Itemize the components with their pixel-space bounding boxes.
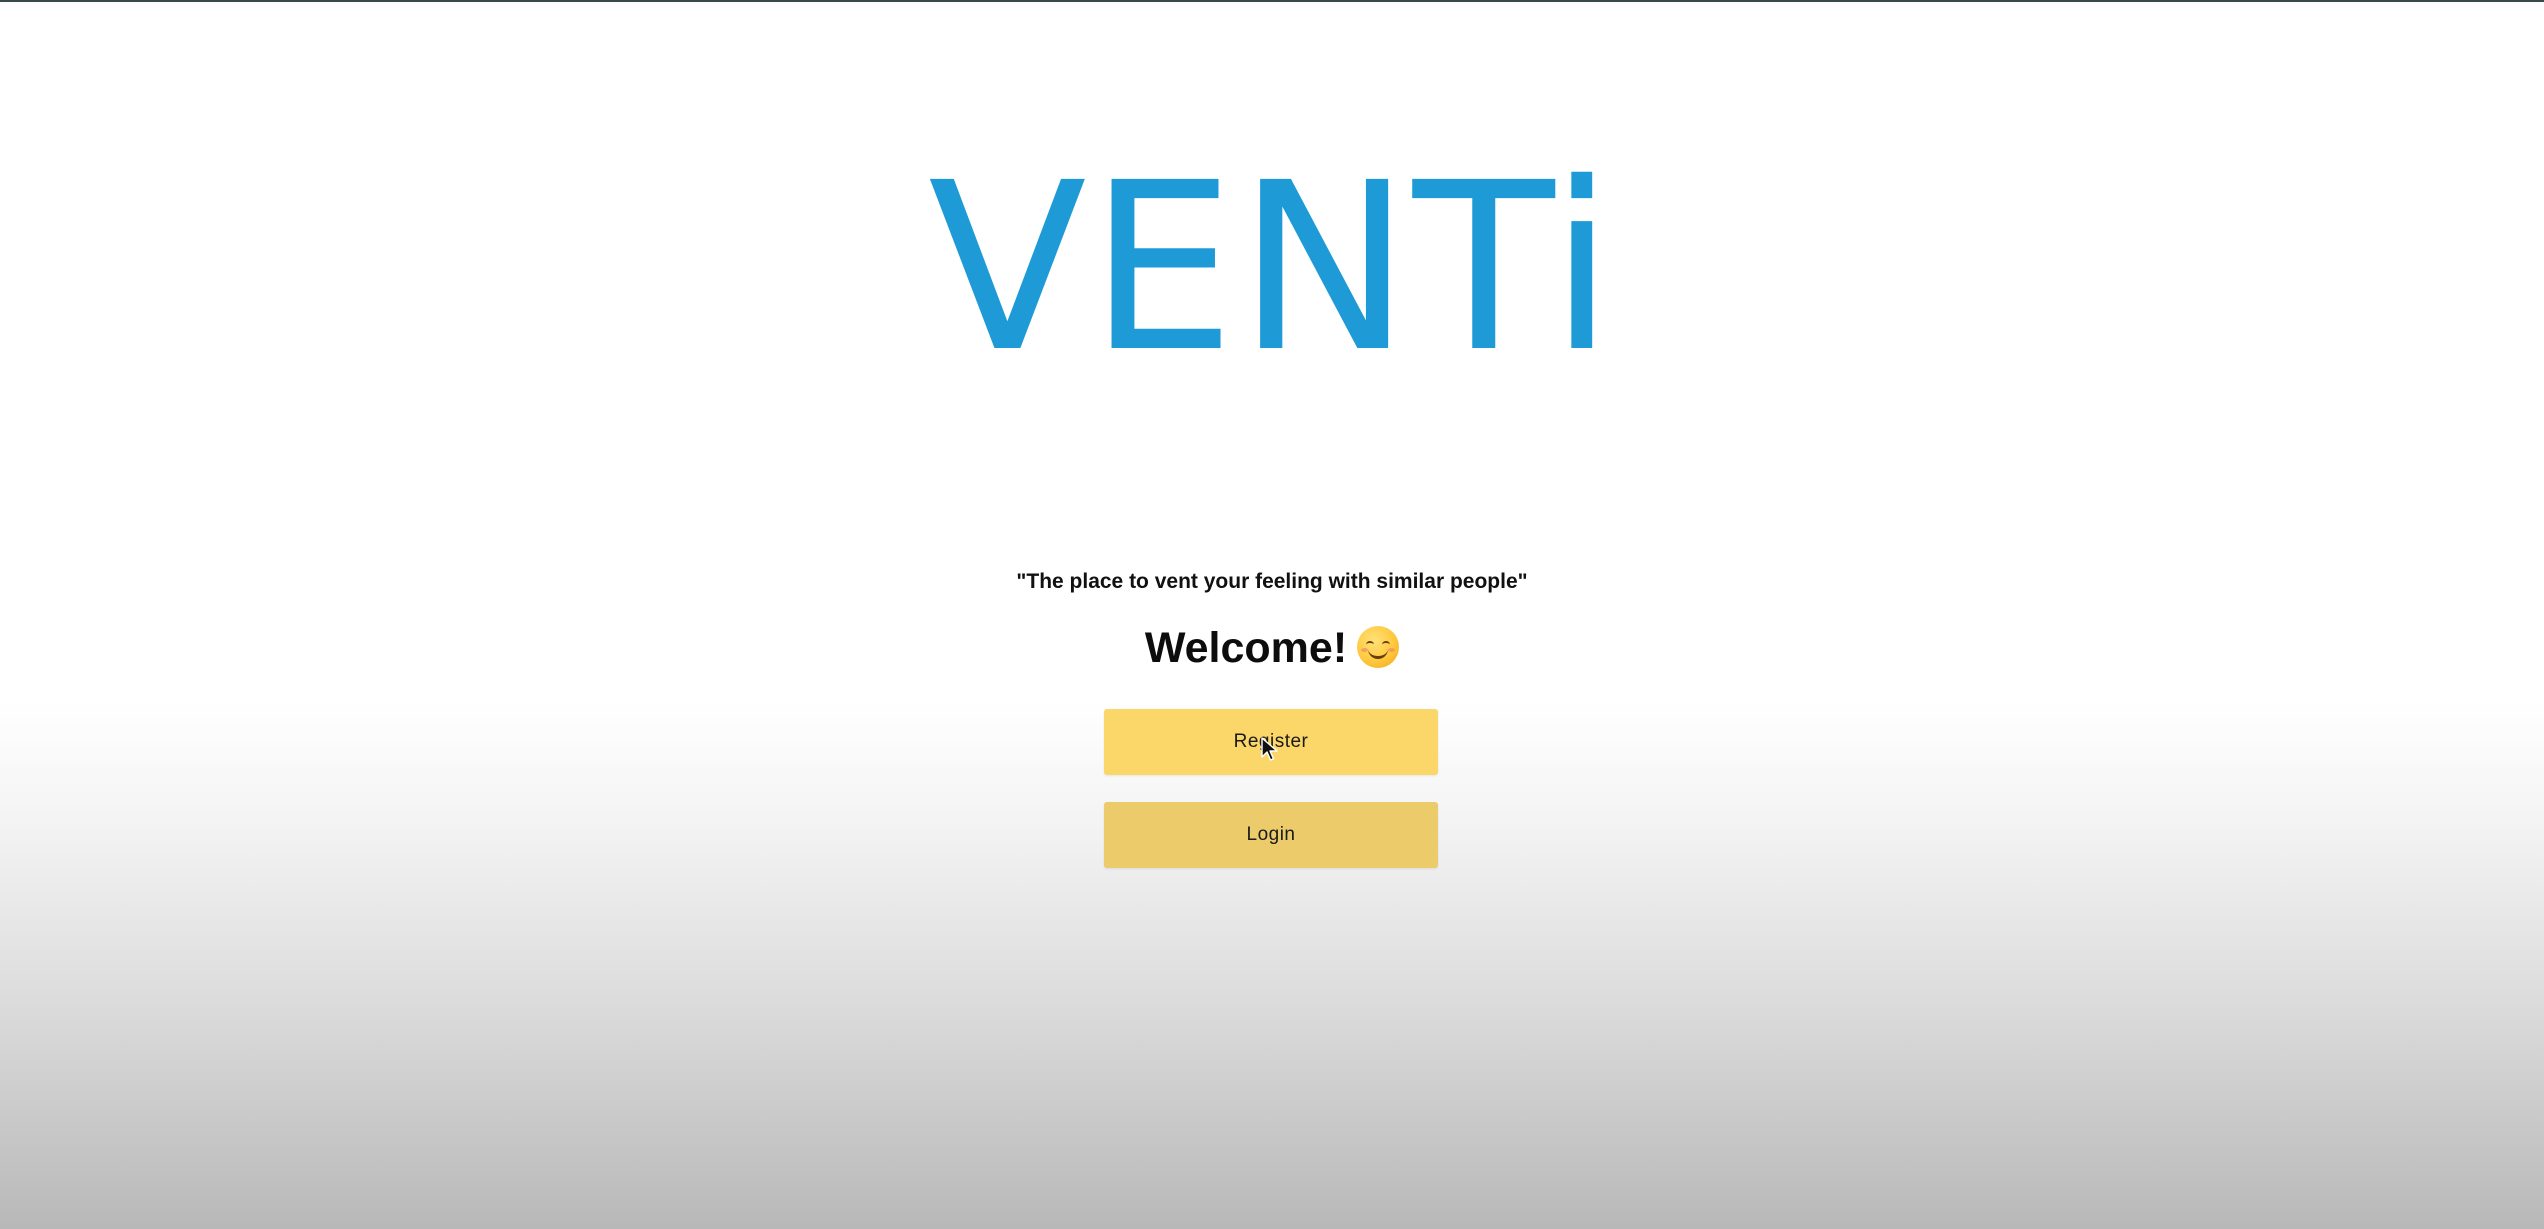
welcome-text: Welcome! <box>1144 624 1348 672</box>
tagline: "The place to vent your feeling with sim… <box>1016 570 1528 593</box>
logo-text: VENTi <box>928 133 1616 403</box>
login-button[interactable]: Login <box>1104 802 1438 868</box>
mouse-cursor-icon <box>1261 737 1278 761</box>
smiling-face-icon <box>1357 626 1400 668</box>
venti-logo: VENTi <box>0 152 2544 384</box>
welcome-heading: Welcome! <box>0 624 2544 673</box>
